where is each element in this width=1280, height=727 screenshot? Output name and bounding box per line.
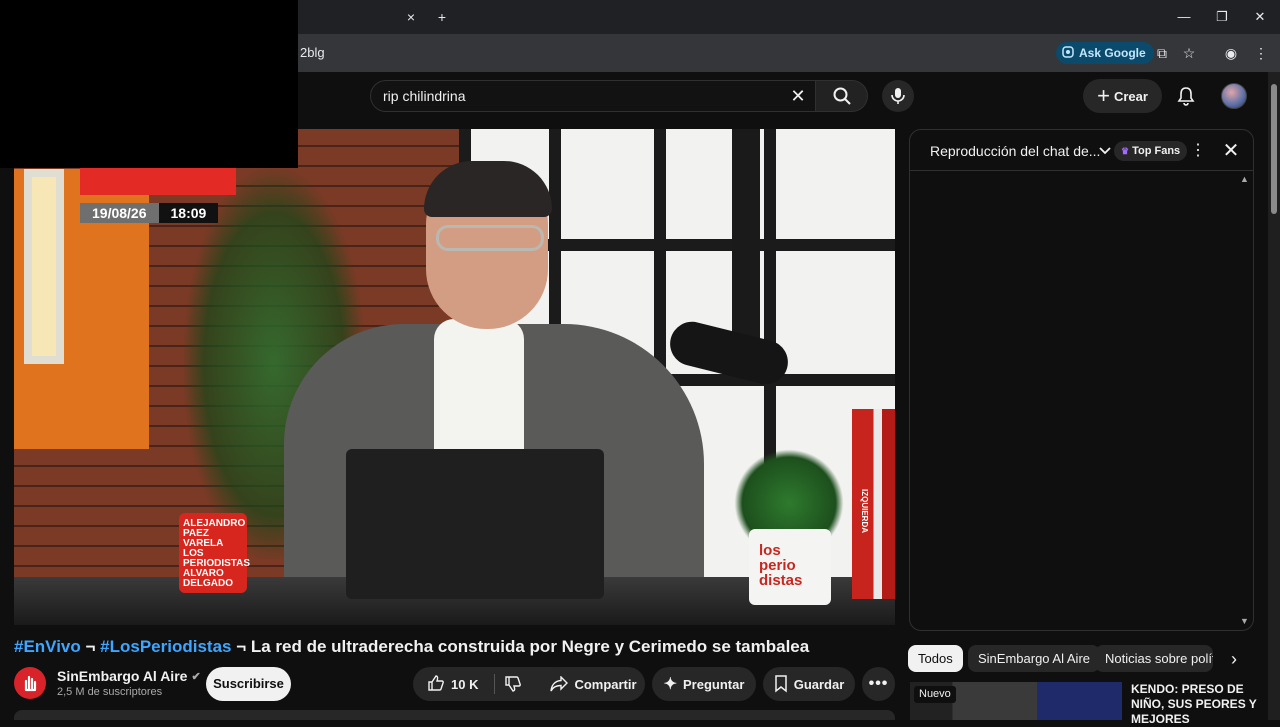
tab-close-icon[interactable]: × [402,8,420,26]
chat-more-icon[interactable]: ⋮ [1188,141,1208,161]
chevron-down-icon[interactable] [1096,141,1114,159]
live-chat-replay-panel: Reproducción del chat de... ♛ Top Fans ⋮… [909,129,1254,631]
bookmark-star-icon[interactable]: ☆ [1178,42,1200,64]
black-overlay [0,0,298,168]
search-button[interactable] [816,80,868,112]
share-label: Compartir [574,676,637,692]
ask-google-label: Ask Google [1079,46,1146,60]
install-app-icon[interactable]: ⧉ [1151,42,1173,64]
video-title: #EnVivo ¬ #LosPeriodistas ¬ La red de ul… [14,637,809,657]
thumbs-up-icon[interactable] [427,674,445,695]
window-restore-icon[interactable]: ❐ [1210,6,1234,28]
channel-name[interactable]: SinEmbargo Al Aire ✔ [57,668,201,684]
dislike-button[interactable] [496,667,530,701]
potted-plant [734,449,844,539]
description-box[interactable] [14,710,895,720]
window-close-icon[interactable]: ✕ [1248,6,1272,28]
date-time-overlay: 19/08/26 18:09 [80,203,219,223]
save-button[interactable]: Guardar [763,667,855,701]
search-icon [833,87,851,105]
chip-todos[interactable]: Todos [908,645,963,672]
presenter-glasses [436,225,544,251]
address-bar-url[interactable]: 2blg [300,45,325,60]
chat-title: Reproducción del chat de... [930,143,1101,159]
profile-icon[interactable]: ◉ [1220,42,1242,64]
mic-arm [732,129,760,339]
channel-name-text: SinEmbargo Al Aire [57,668,188,684]
book-title: IZQUIERDA [860,489,869,533]
like-count[interactable]: 10 K [451,677,478,692]
bookmark-icon [774,675,787,693]
more-actions-button[interactable]: ••• [862,667,895,701]
microphone-icon [891,88,905,104]
logo-plant-pot: los perio distas [749,529,831,605]
title-text: ¬ La red de ultraderecha construida por … [231,637,810,656]
search-input-value: rip chilindrina [383,88,466,104]
ask-label: Preguntar [683,676,745,692]
notifications-button[interactable] [1172,82,1200,110]
sparkle-icon: ✦ [663,676,677,693]
scroll-up-arrow-icon[interactable]: ▲ [1240,174,1249,184]
window-minimize-icon[interactable]: — [1172,6,1196,28]
page-scrollbar[interactable] [1268,72,1280,720]
subscribe-button[interactable]: Suscribirse [206,667,291,701]
bell-icon [1177,87,1195,106]
title-separator: ¬ [80,637,101,656]
hashtag-link[interactable]: #EnVivo [14,637,81,656]
browser-menu-icon[interactable]: ⋮ [1250,42,1272,64]
verified-icon: ✔ [191,670,201,683]
google-lens-icon [1062,45,1074,61]
search-input[interactable]: rip chilindrina ✕ [370,80,816,112]
clear-search-icon[interactable]: ✕ [787,85,809,107]
plus-icon: + [1097,83,1110,108]
chat-header: Reproducción del chat de... ♛ Top Fans ⋮… [910,130,1253,171]
branded-mug: ALEJANDRO PAEZ VARELA LOS PERIODISTAS AL… [179,513,250,593]
account-avatar[interactable] [1221,83,1247,109]
window-frame [24,169,64,364]
share-button[interactable]: Compartir [542,667,645,701]
more-horizontal-icon: ••• [868,675,889,692]
hand-logo-icon [24,675,37,692]
top-fans-badge[interactable]: ♛ Top Fans [1114,141,1188,161]
laptop [346,449,604,599]
scroll-down-arrow-icon[interactable]: ▼ [1240,616,1249,626]
subscriber-count: 2,5 M de suscriptores [57,686,163,698]
save-label: Guardar [793,676,845,692]
new-badge: Nuevo [914,686,956,703]
create-button[interactable]: + Crear [1083,79,1162,113]
top-fans-label: Top Fans [1132,145,1181,157]
ask-google-button[interactable]: Ask Google [1056,42,1154,64]
ask-button[interactable]: ✦ Preguntar [652,667,756,701]
close-icon[interactable]: ✕ [1220,140,1242,162]
chevron-right-icon[interactable]: › [1224,648,1244,670]
chip-channel[interactable]: SinEmbargo Al Aire [968,645,1101,672]
channel-avatar[interactable] [14,667,46,699]
overlay-time: 18:09 [158,203,219,223]
crown-icon: ♛ [1121,146,1130,156]
chip-news[interactable]: Noticias sobre polít [1095,645,1213,672]
voice-search-button[interactable] [882,80,914,112]
new-tab-icon[interactable]: + [433,8,451,26]
overlay-date: 19/08/26 [80,203,159,223]
create-label: Crear [1113,88,1148,104]
hashtag-link[interactable]: #LosPeriodistas [100,637,231,656]
thumbs-down-icon [505,676,521,692]
video-player[interactable]: los perio distas IZQUIERDA ALEJANDRO PAE… [14,129,895,625]
scrollbar-thumb[interactable] [1271,84,1277,214]
recommendation-title[interactable]: KENDO: PRESO DE NIÑO, SUS PEORES Y MEJOR… [1131,682,1261,727]
like-divider [494,674,495,694]
book-stack: IZQUIERDA [852,409,895,599]
share-icon [550,676,569,692]
